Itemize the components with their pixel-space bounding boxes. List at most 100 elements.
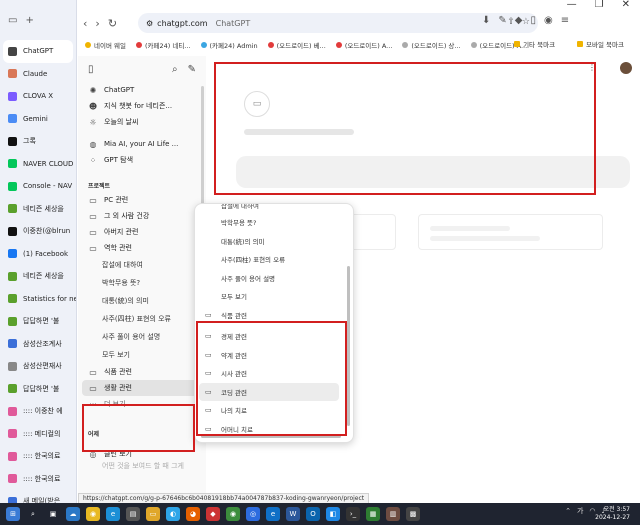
tab-item[interactable]: Claude (0, 63, 76, 86)
whale-icon[interactable]: ◐ (166, 507, 180, 521)
tab-item[interactable]: :::: 메디컬의 (0, 423, 76, 446)
menu-icon[interactable]: ≡ (561, 15, 569, 26)
bookmark-item[interactable]: (오드로이드) 상... (402, 40, 461, 50)
tab-item[interactable]: 삼성산편재사 (0, 355, 76, 378)
project-item[interactable]: ▭ 역학 관련 (78, 240, 206, 256)
search-icon[interactable]: ⌕ (26, 507, 40, 521)
bookmark-item[interactable]: (카페24) 네티... (135, 40, 191, 50)
translate-icon[interactable]: ✎ (498, 15, 506, 26)
bookmark-item[interactable]: 네이버 웨일 (85, 40, 126, 50)
project-chat-item[interactable]: 사주 풀이 용어 설명 (78, 328, 206, 346)
tab-panel-icon[interactable]: ▭ (8, 15, 17, 26)
project-item[interactable]: ▭ 그 외 사람 건강 (78, 208, 206, 224)
project-item[interactable]: ▭ 식품 관련 (78, 364, 206, 380)
new-tab-icon[interactable]: + (25, 15, 33, 26)
app-icon-3[interactable]: ◧ (326, 507, 340, 521)
tab-item[interactable]: :::: 한국의료 (0, 445, 76, 468)
extension-icon[interactable]: ◆ (515, 15, 523, 26)
app-icon-2[interactable]: ◎ (246, 507, 260, 521)
popup-chat-item[interactable]: 사주(四柱) 표현의 오류 (195, 250, 353, 269)
tab-item[interactable]: 이중찬(@blrun (0, 220, 76, 243)
minimize-icon[interactable]: — (567, 0, 577, 10)
restore-icon[interactable]: ❐ (595, 0, 604, 10)
popup-chat-item[interactable]: 박학무용 뜻? (195, 213, 353, 232)
tab-item[interactable]: 답답하면 '불 (0, 310, 76, 333)
project-chat-item[interactable]: 사주(四柱) 표현의 오류 (78, 310, 206, 328)
outlook-icon[interactable]: O (306, 507, 320, 521)
forward-icon[interactable]: › (95, 17, 99, 30)
popup-chat-item[interactable]: 모두 보기 (195, 287, 353, 306)
mobile-bookmarks[interactable]: 모바일 북마크 (577, 39, 624, 49)
sidebar-toggle-icon[interactable]: ▯ (530, 15, 536, 26)
address-bar[interactable]: ⚙ chatgpt.com ChatGPT ⇧ ☆ (138, 13, 538, 33)
explorer-icon[interactable]: ▭ (146, 507, 160, 521)
search-icon[interactable]: ⌕ (172, 64, 178, 75)
bookmark-item[interactable]: (카페24) Admin (200, 40, 258, 50)
tab-item[interactable]: :::: 이중찬 에 (0, 400, 76, 423)
edge-icon-2[interactable]: e (266, 507, 280, 521)
sidebar-item[interactable]: ☻ 지식 챗봇 for 네티즌... (78, 98, 206, 114)
task-view-icon[interactable]: ▣ (46, 507, 60, 521)
favicon-icon (8, 294, 17, 304)
start-icon[interactable]: ⊞ (6, 507, 20, 521)
back-icon[interactable]: ‹ (83, 17, 87, 30)
popup-chat-item[interactable]: 사주 풀이 용어 설명 (195, 269, 353, 288)
tab-item[interactable]: ChatGPT (3, 40, 73, 63)
app-icon[interactable]: ◆ (206, 507, 220, 521)
project-chat-item[interactable]: 잡설에 대하여 (78, 256, 206, 274)
reload-icon[interactable]: ↻ (108, 17, 117, 30)
tab-item[interactable]: :::: 한국의료 (0, 468, 76, 491)
widgets-icon[interactable]: ☁ (66, 507, 80, 521)
tab-item[interactable]: Statistics for ne (0, 288, 76, 311)
sidebar-toggle-icon[interactable]: ▯ (88, 64, 94, 75)
keyboard-icon[interactable]: 가 (577, 506, 583, 516)
store-icon[interactable]: ▤ (126, 507, 140, 521)
project-item[interactable]: ▭ 생활 관련 (82, 380, 202, 396)
download-icon[interactable]: ⬇ (482, 15, 490, 26)
popup-chat-item[interactable]: 대통(統)의 의미 (195, 232, 353, 251)
tab-item[interactable]: 그록 (0, 130, 76, 153)
project-item[interactable]: ▭ 아버지 관련 (78, 224, 206, 240)
chrome-icon-2[interactable]: ◉ (226, 507, 240, 521)
tab-item[interactable]: CLOVA X (0, 85, 76, 108)
word-icon[interactable]: W (286, 507, 300, 521)
folder-icon: ▭ (89, 227, 97, 237)
tab-item[interactable]: Gemini (0, 108, 76, 131)
project-item[interactable]: ▭ PC 관련 (78, 192, 206, 208)
other-bookmarks[interactable]: 기타 북마크 (514, 39, 555, 49)
tab-item[interactable]: 답답하면 '불 (0, 378, 76, 401)
firefox-icon[interactable]: ◕ (186, 507, 200, 521)
tab-item[interactable]: 새 메일(받은 (0, 490, 76, 503)
system-clock[interactable]: 오전 3:57 2024-12-27 (595, 506, 630, 522)
new-chat-icon[interactable]: ✎ (188, 64, 196, 75)
app-icon-4[interactable]: ▦ (366, 507, 380, 521)
chrome-icon[interactable]: ◉ (86, 507, 100, 521)
tab-item[interactable]: Console - NAV (0, 175, 76, 198)
tab-item[interactable]: 네티즌 세상을 (0, 265, 76, 288)
tab-item[interactable]: 네티즌 세상을 (0, 198, 76, 221)
popup-partial-item[interactable]: 잡설에 대하여 (195, 204, 353, 210)
tab-item[interactable]: (1) Facebook (0, 243, 76, 266)
project-chat-item[interactable]: 모두 보기 (78, 346, 206, 364)
app-icon-6[interactable]: ▩ (406, 507, 420, 521)
recent-chat-partial[interactable]: 어떤 것을 보여드 할 때 그게 (78, 462, 206, 470)
project-chat-item[interactable]: 박학무용 뜻? (78, 274, 206, 292)
project-chat-item[interactable]: 대통(統)의 의미 (78, 292, 206, 310)
gpt-item[interactable]: ◍ Mia AI, your AI Life ... (78, 136, 206, 152)
close-window-icon[interactable]: ✕ (622, 0, 630, 10)
sidebar-item[interactable]: ✺ ChatGPT (78, 82, 206, 98)
popup-vertical-scrollbar[interactable] (347, 266, 350, 426)
tab-item[interactable]: NAVER CLOUD (0, 153, 76, 176)
bookmark-item[interactable]: (오드로이드) 베... (267, 40, 326, 50)
site-info-icon[interactable]: ⚙ (146, 19, 153, 28)
edge-icon[interactable]: e (106, 507, 120, 521)
gpt-item[interactable]: ⁘ GPT 탐색 (78, 152, 206, 168)
tab-item[interactable]: 삼성산조계사 (0, 333, 76, 356)
bookmark-item[interactable]: (오드로이드) A... (335, 40, 392, 50)
profile-icon[interactable]: ◉ (544, 15, 553, 26)
user-avatar[interactable] (620, 62, 632, 74)
chevron-up-icon[interactable]: ⌃ (565, 507, 571, 515)
app-icon-5[interactable]: ▥ (386, 507, 400, 521)
sidebar-item[interactable]: ☼ 오늘의 날씨 (78, 114, 206, 130)
terminal-icon[interactable]: ›_ (346, 507, 360, 521)
